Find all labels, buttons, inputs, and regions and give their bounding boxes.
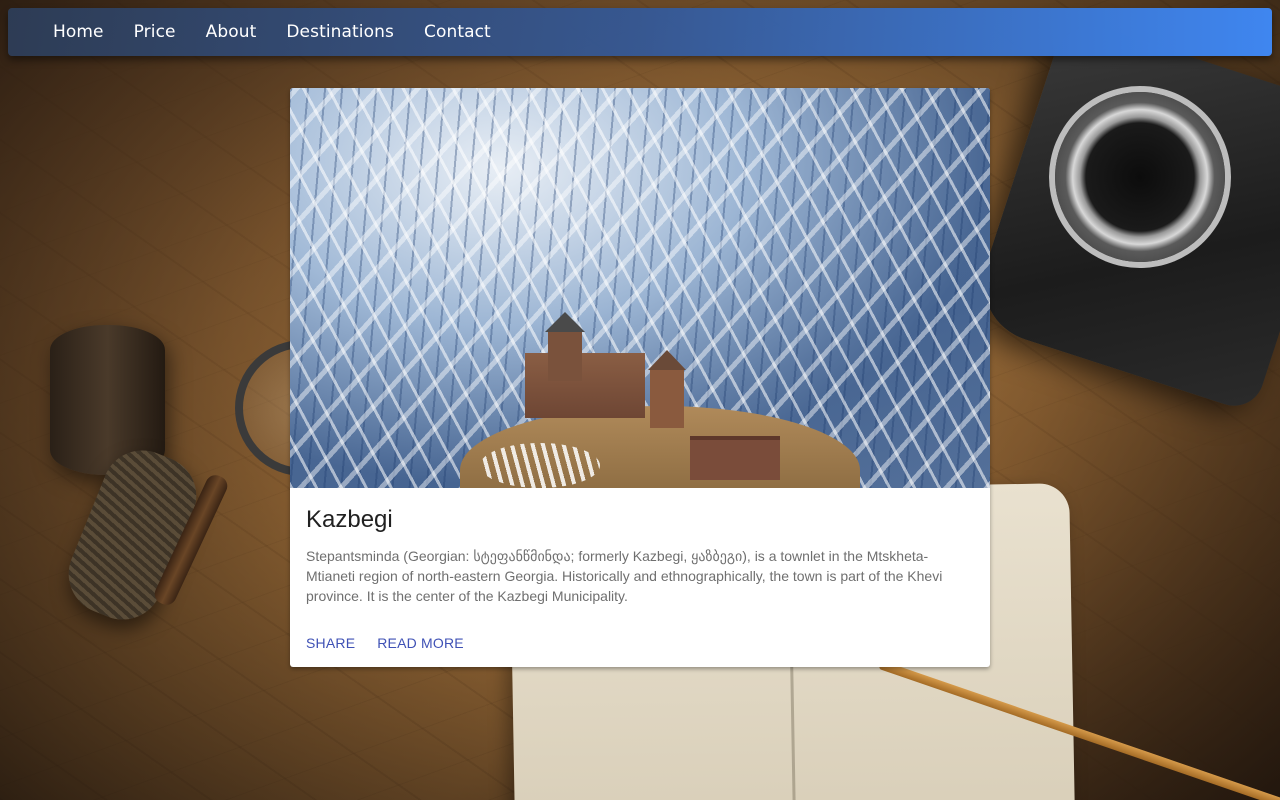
image-bell-tower-spire — [648, 350, 686, 370]
nav-home-link[interactable]: Home — [38, 8, 119, 56]
card-image — [290, 88, 990, 488]
read-more-button[interactable]: READ MORE — [369, 627, 472, 659]
image-bell-tower — [650, 368, 684, 428]
navbar: Home Price About Destinations Contact — [8, 8, 1272, 56]
image-snow — [480, 443, 600, 488]
image-church — [525, 353, 645, 418]
nav-price-link[interactable]: Price — [119, 8, 191, 56]
share-button[interactable]: SHARE — [298, 627, 363, 659]
nav-about-link[interactable]: About — [191, 8, 272, 56]
destination-card: Kazbegi Stepantsminda (Georgian: სტეფანწ… — [290, 88, 990, 667]
image-wall — [690, 436, 780, 480]
image-church-spire — [545, 312, 585, 332]
card-actions: SHARE READ MORE — [298, 627, 472, 659]
nav-contact-link[interactable]: Contact — [409, 8, 506, 56]
card-description: Stepantsminda (Georgian: სტეფანწმინდა; f… — [306, 548, 943, 604]
card-title: Kazbegi — [306, 506, 393, 533]
card-content: Kazbegi Stepantsminda (Georgian: სტეფანწ… — [290, 488, 990, 606]
background-camera-lens — [1055, 92, 1225, 262]
nav-destinations-link[interactable]: Destinations — [271, 8, 409, 56]
image-church-tower — [548, 331, 582, 381]
